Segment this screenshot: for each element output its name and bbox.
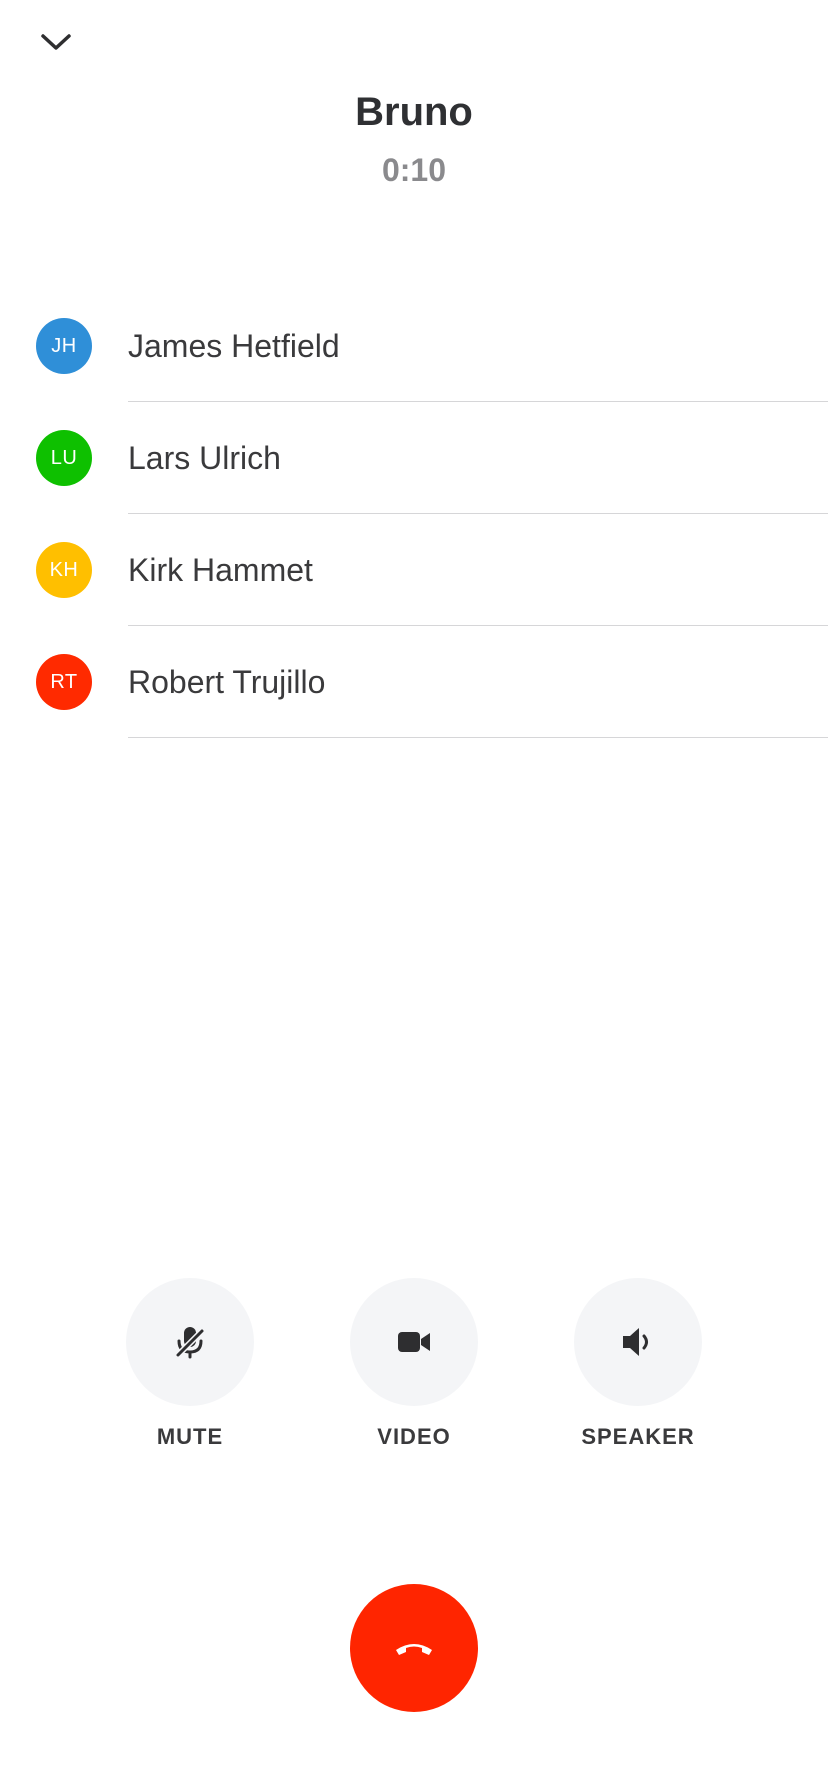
mute-button[interactable] bbox=[126, 1278, 254, 1406]
video-control: VIDEO bbox=[324, 1278, 504, 1450]
avatar: RT bbox=[36, 654, 92, 710]
speaker-icon bbox=[623, 1328, 648, 1356]
divider bbox=[128, 737, 828, 738]
speaker-label: SPEAKER bbox=[581, 1424, 695, 1449]
call-title: Bruno bbox=[355, 90, 473, 134]
call-screen: Bruno 0:10 JH James Hetfield LU Lars Ulr… bbox=[0, 0, 828, 1792]
participant-row[interactable]: LU Lars Ulrich bbox=[0, 402, 828, 514]
chevron-down-icon bbox=[41, 34, 71, 50]
mute-label: MUTE bbox=[156, 1424, 224, 1449]
video-label: VIDEO bbox=[377, 1424, 451, 1449]
speaker-button[interactable] bbox=[574, 1278, 702, 1406]
participant-row[interactable]: RT Robert Trujillo bbox=[0, 626, 828, 738]
video-camera-icon bbox=[398, 1332, 430, 1352]
hang-up-phone-icon bbox=[396, 1644, 432, 1655]
call-header: Bruno 0:10 bbox=[0, 86, 828, 192]
collapse-button[interactable] bbox=[36, 26, 76, 58]
participant-name: Robert Trujillo bbox=[128, 664, 326, 700]
participant-row[interactable]: JH James Hetfield bbox=[0, 290, 828, 402]
avatar: JH bbox=[36, 318, 92, 374]
video-button[interactable] bbox=[350, 1278, 478, 1406]
microphone-off-icon bbox=[174, 1327, 206, 1359]
participant-name: James Hetfield bbox=[128, 328, 340, 364]
speaker-control: SPEAKER bbox=[548, 1278, 728, 1450]
participant-name: Lars Ulrich bbox=[128, 440, 281, 476]
avatar: LU bbox=[36, 430, 92, 486]
call-timer: 0:10 bbox=[381, 152, 447, 188]
call-controls: MUTE VIDEO SPEAKER bbox=[0, 1278, 828, 1468]
end-call-button[interactable] bbox=[350, 1584, 478, 1712]
participant-name: Kirk Hammet bbox=[128, 552, 313, 588]
participant-row[interactable]: KH Kirk Hammet bbox=[0, 514, 828, 626]
participant-list: JH James Hetfield LU Lars Ulrich KH Kirk… bbox=[0, 290, 828, 738]
mute-control: MUTE bbox=[100, 1278, 280, 1450]
avatar: KH bbox=[36, 542, 92, 598]
